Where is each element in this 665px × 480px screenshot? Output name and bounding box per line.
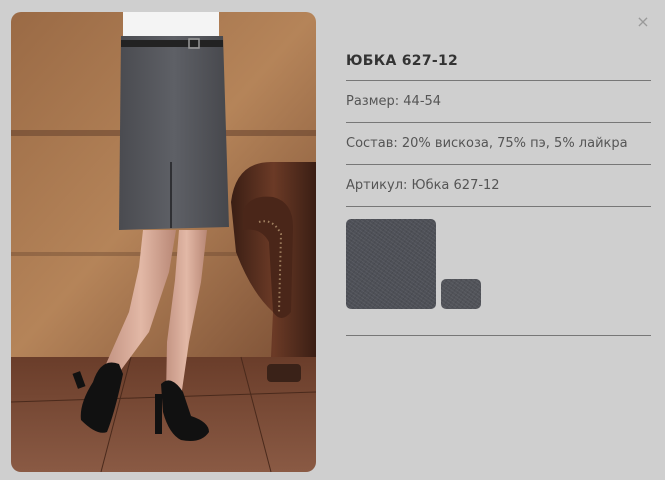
product-composition: Состав: 20% вискоза, 75% пэ, 5% лайкра (346, 136, 628, 151)
fabric-swatches (346, 207, 651, 335)
product-article: Артикул: Юбка 627-12 (346, 178, 500, 193)
fabric-swatch-small[interactable] (441, 279, 481, 309)
divider (346, 335, 651, 336)
fabric-swatch-large[interactable] (346, 219, 436, 309)
product-size: Размер: 44-54 (346, 94, 442, 109)
product-photo (11, 12, 316, 472)
close-icon[interactable]: × (634, 12, 652, 32)
product-title: ЮБКА 627-12 (346, 53, 459, 69)
product-info: ЮБКА 627-12 Размер: 44-54 Состав: 20% ви… (346, 48, 651, 336)
